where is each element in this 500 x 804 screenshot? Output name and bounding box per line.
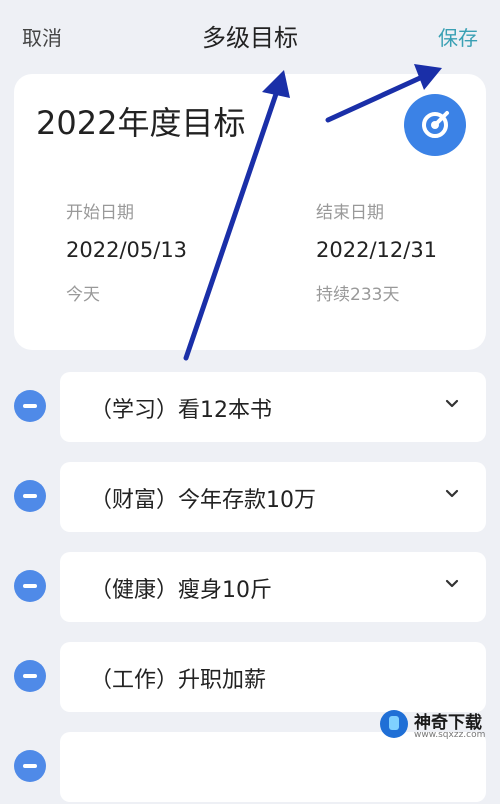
chevron-down-icon[interactable]: [444, 486, 460, 502]
chevron-down-icon[interactable]: [444, 576, 460, 592]
end-date-note: 持续233天: [316, 285, 400, 305]
watermark-logo-icon: [380, 710, 408, 738]
page-title: 多级目标: [202, 24, 298, 52]
watermark: 神奇下载 www.sqxzz.com: [380, 704, 492, 744]
target-icon: [422, 111, 449, 138]
remove-icon[interactable]: [14, 480, 46, 512]
list-item: （财富）今年存款10万: [0, 462, 500, 534]
goal-item[interactable]: （健康）瘦身10斤: [60, 552, 486, 622]
goal-item-text: （工作）升职加薪: [90, 668, 267, 693]
chevron-down-icon[interactable]: [444, 396, 460, 412]
goal-title[interactable]: 2022年度目标: [36, 98, 245, 144]
start-date-label: 开始日期: [66, 203, 134, 223]
goal-item[interactable]: （学习）看12本书: [60, 372, 486, 442]
remove-icon[interactable]: [14, 570, 46, 602]
goal-item-text: （健康）瘦身10斤: [90, 578, 272, 603]
target-button[interactable]: [404, 94, 466, 156]
start-date-note: 今天: [66, 285, 100, 305]
watermark-url: www.sqxzz.com: [414, 730, 486, 740]
goal-card: 2022年度目标 开始日期 2022/05/13 今天 结束日期 2022/12…: [14, 74, 486, 350]
top-bar: 取消 多级目标 保存: [0, 0, 500, 72]
remove-icon[interactable]: [14, 750, 46, 782]
goal-item[interactable]: （财富）今年存款10万: [60, 462, 486, 532]
remove-icon[interactable]: [14, 660, 46, 692]
goal-item-text: （财富）今年存款10万: [90, 488, 316, 513]
list-item: （学习）看12本书: [0, 372, 500, 444]
start-date-value[interactable]: 2022/05/13: [66, 238, 187, 262]
remove-icon[interactable]: [14, 390, 46, 422]
goal-item-text: （学习）看12本书: [90, 398, 272, 423]
end-date-value[interactable]: 2022/12/31: [316, 238, 437, 262]
goal-item[interactable]: （工作）升职加薪: [60, 642, 486, 712]
save-button[interactable]: 保存: [438, 22, 478, 51]
list-item: （健康）瘦身10斤: [0, 552, 500, 624]
end-date-label: 结束日期: [316, 203, 384, 223]
